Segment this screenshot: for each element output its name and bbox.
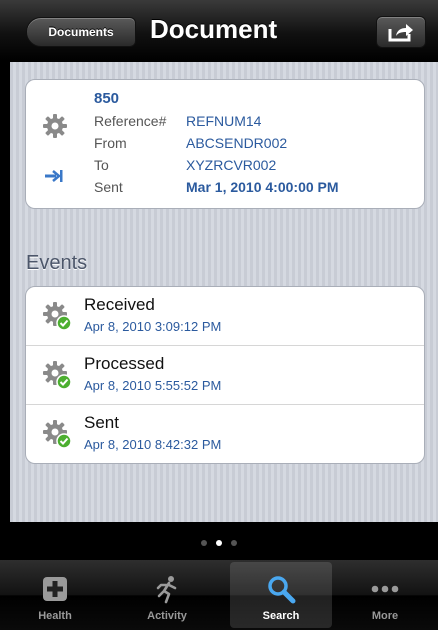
runner-icon <box>156 576 177 604</box>
from-value: ABCSENDR002 <box>186 135 288 151</box>
document-number: 850 <box>94 90 120 107</box>
tab-label: Search <box>262 610 300 622</box>
event-title: Received <box>84 295 155 314</box>
more-icon <box>371 585 399 593</box>
events-heading: Events <box>26 252 88 274</box>
tab-label: Activity <box>147 610 187 622</box>
arrow-right-icon <box>45 170 63 182</box>
to-value: XYZRCVR002 <box>186 157 277 173</box>
from-label: From <box>94 135 127 151</box>
reference-value: REFNUM14 <box>186 113 262 129</box>
sent-value: Mar 1, 2010 4:00:00 PM <box>186 179 339 195</box>
share-icon <box>388 24 413 42</box>
tab-label: Health <box>38 610 72 622</box>
search-icon <box>268 576 296 604</box>
page-indicator[interactable] <box>0 536 438 550</box>
tab-search[interactable]: Search <box>230 562 332 628</box>
tab-label: More <box>371 610 399 622</box>
documents-back-button[interactable]: Documents <box>26 17 136 47</box>
page-dot <box>231 540 237 546</box>
navigation-bar: Documents Document <box>0 0 438 62</box>
plus-icon <box>43 577 67 601</box>
events-list: Received Apr 8, 2010 3:09:12 PM Processe… <box>25 286 425 464</box>
event-time: Apr 8, 2010 8:42:32 PM <box>84 437 222 452</box>
tab-activity[interactable]: Activity <box>116 562 218 628</box>
tab-health[interactable]: Health <box>4 562 106 628</box>
gear-check-icon <box>43 420 72 449</box>
gear-icon <box>43 114 67 138</box>
page-dot <box>201 540 207 546</box>
event-title: Sent <box>84 413 119 432</box>
to-label: To <box>94 157 109 173</box>
tab-more[interactable]: More <box>334 562 436 628</box>
event-time: Apr 8, 2010 5:55:52 PM <box>84 378 222 393</box>
tab-bar: Health Activity Search More <box>0 560 438 630</box>
document-summary-card: 850 Reference# REFNUM14 From ABCSENDR002… <box>25 79 425 209</box>
page-dot-active <box>216 540 222 546</box>
event-row-sent[interactable]: Sent Apr 8, 2010 8:42:32 PM <box>26 405 424 463</box>
event-row-processed[interactable]: Processed Apr 8, 2010 5:55:52 PM <box>26 346 424 405</box>
page-title: Document <box>150 14 278 44</box>
gear-check-icon <box>43 302 72 331</box>
event-time: Apr 8, 2010 3:09:12 PM <box>84 319 222 334</box>
content-area: 850 Reference# REFNUM14 From ABCSENDR002… <box>10 62 438 522</box>
gear-check-icon <box>43 361 72 390</box>
sent-label: Sent <box>94 179 123 195</box>
event-row-received[interactable]: Received Apr 8, 2010 3:09:12 PM <box>26 287 424 346</box>
share-button[interactable] <box>376 16 426 48</box>
event-title: Processed <box>84 354 165 373</box>
reference-label: Reference# <box>94 113 167 129</box>
